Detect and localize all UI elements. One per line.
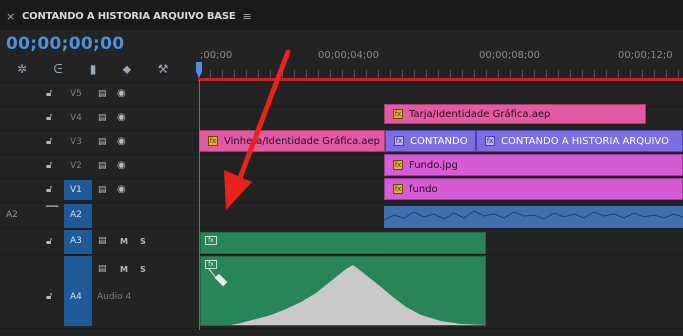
red-arrow-annotation xyxy=(224,49,291,210)
timeline-panel: × CONTANDO A HISTORIA ARQUIVO BASE ≡ 00;… xyxy=(0,0,683,336)
